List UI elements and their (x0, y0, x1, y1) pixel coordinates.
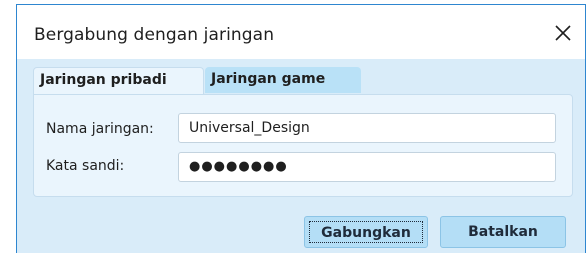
password-input[interactable]: ●●●●●●●● (178, 152, 556, 182)
join-network-dialog: Bergabung dengan jaringan Jaringan priba… (16, 4, 586, 253)
close-icon (555, 25, 571, 41)
tab-private-network[interactable]: Jaringan pribadi (33, 67, 204, 95)
join-button[interactable]: Gabungkan (304, 216, 428, 248)
network-form-panel: Nama jaringan: Kata sandi: ●●●●●●●● (33, 94, 573, 197)
close-button[interactable] (549, 19, 577, 47)
title-bar: Bergabung dengan jaringan (17, 5, 585, 59)
cancel-button[interactable]: Batalkan (440, 216, 566, 248)
network-name-label: Nama jaringan: (46, 121, 154, 137)
network-name-input[interactable] (178, 113, 556, 143)
join-button-label: Gabungkan (309, 221, 423, 243)
dialog-title: Bergabung dengan jaringan (34, 25, 275, 45)
password-label: Kata sandi: (46, 158, 125, 174)
tab-game-network[interactable]: Jaringan game (205, 67, 361, 93)
